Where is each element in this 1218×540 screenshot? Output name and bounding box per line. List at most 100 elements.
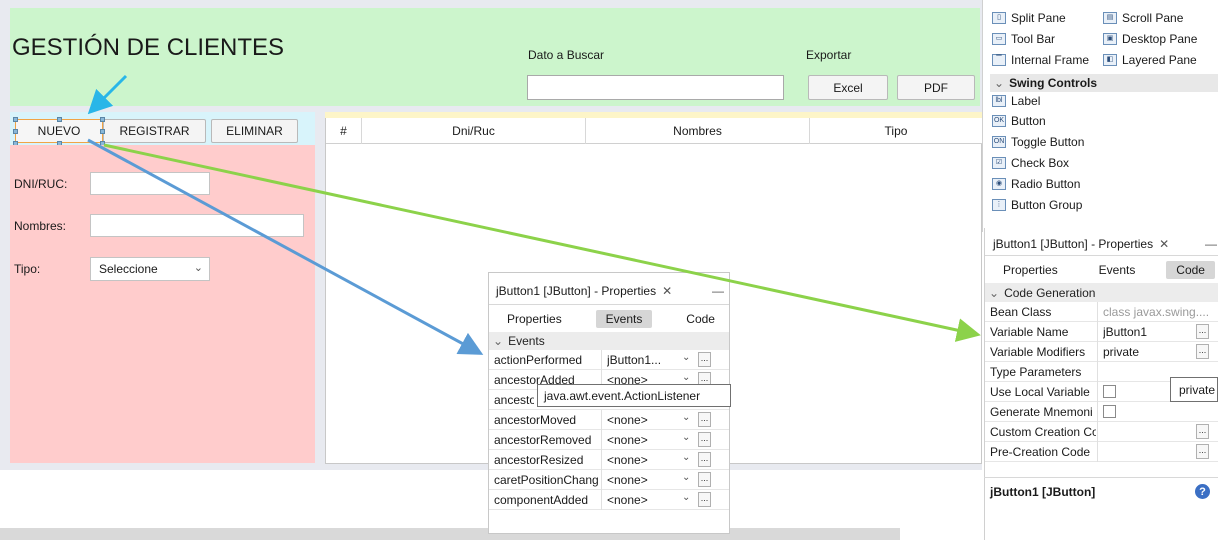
chevron-down-icon[interactable]: ⌄ [682,372,690,383]
horizontal-scrollbar[interactable] [0,528,900,540]
tab-events[interactable]: Events [1089,261,1146,279]
ellipsis-button[interactable]: ... [1196,344,1209,359]
ellipsis-button[interactable]: ... [698,352,711,367]
ellipsis-button[interactable]: ... [1196,424,1209,439]
group-code-generation[interactable]: ⌄ Code Generation [985,283,1218,302]
property-row[interactable]: Variable Name jButton1 ... [985,322,1218,342]
palette-item-button-group[interactable]: ⋮ Button Group [992,198,1082,212]
divider [489,304,729,305]
label-icon: lbl [992,95,1006,107]
event-row-partial [489,510,729,533]
property-row[interactable]: Custom Creation Co ... [985,422,1218,442]
registrar-button[interactable]: REGISTRAR [103,119,206,143]
palette-item-button[interactable]: OK Button [992,114,1046,128]
close-icon[interactable]: ✕ [662,284,672,298]
column-header-number[interactable]: # [326,118,362,144]
dni-input[interactable] [90,172,210,195]
tab-properties[interactable]: Properties [993,261,1068,279]
dni-label: DNI/RUC: [14,177,68,191]
minimize-icon[interactable]: — [1205,237,1217,251]
event-row[interactable]: ancestorRemoved <none> ⌄ ... [489,430,729,450]
ellipsis-button[interactable]: ... [698,412,711,427]
nombres-label: Nombres: [14,219,67,233]
property-row[interactable]: Generate Mnemoni [985,402,1218,422]
properties-panel-title: jButton1 [JButton] - Properties ✕ — [993,237,1217,251]
property-row-partial [985,462,1218,470]
nombres-input[interactable] [90,214,304,237]
event-row[interactable]: componentAdded <none> ⌄ ... [489,490,729,510]
chevron-down-icon[interactable]: ⌄ [682,352,690,363]
resize-handle[interactable] [100,117,105,122]
resize-handle[interactable] [100,129,105,134]
nuevo-button[interactable]: NUEVO [15,119,103,143]
palette-item-desktop-pane[interactable]: ▣ Desktop Pane [1103,32,1197,46]
ellipsis-button[interactable]: ... [698,432,711,447]
obscured-event-key: ancestorN [494,393,534,407]
event-row[interactable]: caretPositionChang <none> ⌄ ... [489,470,729,490]
chevron-down-icon[interactable]: ⌄ [682,492,690,503]
property-row[interactable]: Bean Class class javax.swing.... [985,302,1218,322]
ellipsis-button[interactable]: ... [698,452,711,467]
generate-mnemonic-checkbox[interactable] [1103,405,1116,418]
resize-handle[interactable] [13,117,18,122]
tipo-select[interactable]: Seleccione ⌄ [90,257,210,281]
tab-code[interactable]: Code [676,310,725,328]
event-row[interactable]: actionPerformed jButton1... ⌄ ... [489,350,729,370]
minimize-icon[interactable]: — [712,284,724,298]
palette-item-label[interactable]: lbl Label [992,94,1040,108]
ellipsis-button[interactable]: ... [698,492,711,507]
tab-code[interactable]: Code [1166,261,1215,279]
radio-button-icon: ◉ [992,178,1006,190]
internal-frame-icon: ▔ [992,54,1006,66]
resize-handle[interactable] [57,117,62,122]
palette-item-tool-bar[interactable]: ▭ Tool Bar [992,32,1055,46]
scroll-pane-icon: ▤ [1103,12,1117,24]
selected-component-footer: jButton1 [JButton] ? [984,477,1218,505]
palette-item-internal-frame[interactable]: ▔ Internal Frame [992,53,1089,67]
chevron-down-icon[interactable]: ⌄ [682,452,690,463]
palette-item-scroll-pane[interactable]: ▤ Scroll Pane [1103,11,1183,25]
divider [985,255,1218,256]
tab-properties[interactable]: Properties [497,310,572,328]
use-local-variable-checkbox[interactable] [1103,385,1116,398]
event-row[interactable]: ancestorMoved <none> ⌄ ... [489,410,729,430]
close-icon[interactable]: ✕ [1159,237,1169,251]
resize-handle[interactable] [13,129,18,134]
chevron-down-icon[interactable]: ⌄ [682,432,690,443]
properties-panel-title: jButton1 [JButton] - Properties ✕ — [496,284,724,298]
modifier-tooltip: private [1170,377,1218,402]
tool-bar-icon: ▭ [992,33,1006,45]
tipo-select-value: Seleccione [99,262,158,276]
property-row[interactable]: Pre-Creation Code ... [985,442,1218,462]
column-header-nombres[interactable]: Nombres [586,118,810,144]
table-header: # Dni/Ruc Nombres Tipo [326,118,982,144]
button-icon: OK [992,115,1006,127]
listener-tooltip: java.awt.event.ActionListener [537,384,731,407]
help-icon[interactable]: ? [1195,484,1210,499]
group-events[interactable]: ⌄ Events [489,332,729,350]
chevron-down-icon[interactable]: ⌄ [682,412,690,423]
excel-button[interactable]: Excel [808,75,888,100]
palette-item-layered-pane[interactable]: ◧ Layered Pane [1103,53,1197,67]
ellipsis-button[interactable]: ... [698,472,711,487]
palette-item-split-pane[interactable]: ▯ Split Pane [992,11,1066,25]
palette-item-check-box[interactable]: ☑ Check Box [992,156,1069,170]
button-group-icon: ⋮ [992,199,1006,211]
pdf-button[interactable]: PDF [897,75,975,100]
ellipsis-button[interactable]: ... [1196,444,1209,459]
property-row[interactable]: Variable Modifiers private ... [985,342,1218,362]
search-input[interactable] [527,75,784,100]
column-header-dni[interactable]: Dni/Ruc [362,118,586,144]
palette-item-radio-button[interactable]: ◉ Radio Button [992,177,1080,191]
column-header-tipo[interactable]: Tipo [810,118,982,144]
chevron-down-icon: ⌄ [994,76,1005,90]
event-row[interactable]: ancestorResized <none> ⌄ ... [489,450,729,470]
chevron-down-icon[interactable]: ⌄ [682,472,690,483]
chevron-down-icon: ⌄ [493,334,504,348]
palette-item-toggle-button[interactable]: ON Toggle Button [992,135,1084,149]
tab-events[interactable]: Events [595,310,653,328]
ellipsis-button[interactable]: ... [1196,324,1209,339]
chevron-down-icon: ⌄ [989,285,1000,300]
eliminar-button[interactable]: ELIMINAR [211,119,298,143]
palette-group-swing-controls[interactable]: ⌄ Swing Controls [990,74,1218,92]
